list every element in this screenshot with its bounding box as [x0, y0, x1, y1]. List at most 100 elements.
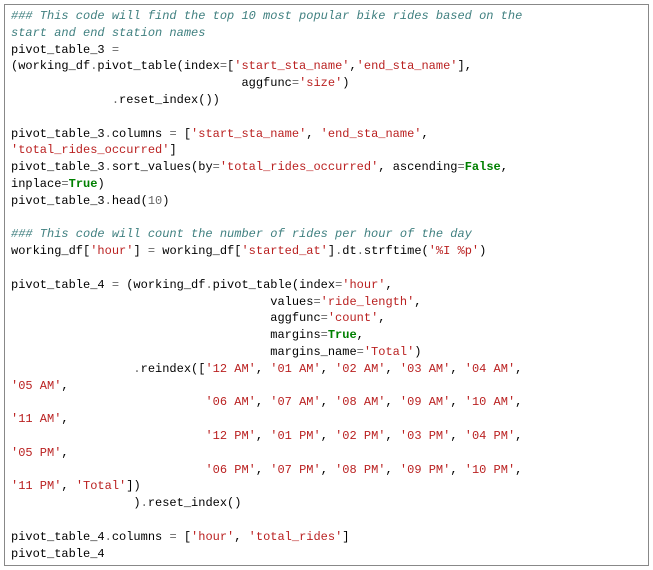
code-text: .: [133, 362, 140, 376]
code-text: ,: [386, 362, 400, 376]
code-text: =: [321, 328, 328, 342]
code-text: 10: [148, 194, 162, 208]
code-text: '08 AM': [335, 395, 385, 409]
code-text: '04 AM': [465, 362, 515, 376]
code-text: .: [105, 160, 112, 174]
code-block: ### This code will find the top 10 most …: [4, 4, 649, 566]
code-text: ]: [133, 244, 147, 258]
code-text: ,: [234, 530, 248, 544]
code-text: ,: [450, 362, 464, 376]
code-text: '03 AM': [400, 362, 450, 376]
code-text: .: [205, 278, 212, 292]
code-text: margins: [11, 328, 321, 342]
code-text: '12 PM': [205, 429, 255, 443]
comment-text: ### This code will find the top 10 most …: [11, 9, 522, 40]
code-text: '09 PM': [400, 463, 450, 477]
code-text: ,: [515, 362, 522, 376]
code-text: ,: [414, 295, 421, 309]
code-text: ,: [321, 463, 335, 477]
code-text: ]: [328, 244, 335, 258]
code-text: columns: [112, 127, 170, 141]
code-text: 'hour': [191, 530, 234, 544]
code-text: =: [357, 345, 364, 359]
code-text: ): [97, 177, 104, 191]
code-text: [: [177, 127, 191, 141]
code-text: ,: [321, 429, 335, 443]
code-text: ,: [501, 160, 508, 174]
code-text: ,: [61, 446, 68, 460]
code-text: ): [479, 244, 486, 258]
code-text: reset_index()): [119, 93, 220, 107]
code-text: =: [148, 244, 155, 258]
code-text: reset_index(): [148, 496, 242, 510]
code-text: ,: [515, 463, 522, 477]
code-text: ,: [256, 395, 270, 409]
code-text: pivot_table_3: [11, 43, 112, 57]
code-text: [11, 429, 205, 443]
code-text: pivot_table_4: [11, 547, 105, 561]
code-text: ,: [357, 328, 364, 342]
code-text: .: [141, 496, 148, 510]
code-text: '11 AM': [11, 412, 61, 426]
code-text: ,: [386, 395, 400, 409]
code-text: 'hour': [90, 244, 133, 258]
code-text: 'count': [328, 311, 378, 325]
code-text: aggfunc: [11, 76, 292, 90]
code-text: =: [292, 76, 299, 90]
code-text: ,: [61, 379, 68, 393]
code-text: (working_df: [119, 278, 205, 292]
code-text: values: [11, 295, 313, 309]
code-text: ,: [256, 362, 270, 376]
code-text: 'ride_length': [321, 295, 415, 309]
code-text: 'Total': [76, 479, 126, 493]
code-text: ,: [61, 412, 68, 426]
code-text: 'start_sta_name': [191, 127, 306, 141]
code-text: (working_df: [11, 59, 90, 73]
code-text: [11, 93, 112, 107]
code-text: ): [342, 76, 349, 90]
code-text: '10 AM': [465, 395, 515, 409]
code-text: .: [112, 93, 119, 107]
code-text: ,: [61, 479, 75, 493]
code-text: 'size': [299, 76, 342, 90]
code-text: ,: [321, 395, 335, 409]
code-text: =: [112, 278, 119, 292]
code-text: 'started_at': [241, 244, 327, 258]
code-text: ,: [256, 463, 270, 477]
code-text: pivot_table_3: [11, 194, 105, 208]
code-text: =: [169, 127, 176, 141]
code-text: ,: [450, 429, 464, 443]
code-text: 'start_sta_name': [234, 59, 349, 73]
code-text: .: [357, 244, 364, 258]
code-text: '10 PM': [465, 463, 515, 477]
code-text: .: [105, 194, 112, 208]
code-text: '07 PM': [270, 463, 320, 477]
code-text: '03 PM': [400, 429, 450, 443]
code-text: , ascending: [378, 160, 457, 174]
code-text: '06 AM': [205, 395, 255, 409]
code-text: ]: [342, 530, 349, 544]
code-text: reindex([: [141, 362, 206, 376]
code-text: 'total_rides': [249, 530, 343, 544]
code-text: '11 PM': [11, 479, 61, 493]
code-text: [11, 362, 133, 376]
code-text: '12 AM': [205, 362, 255, 376]
code-text: 'hour': [342, 278, 385, 292]
code-text: '07 AM': [270, 395, 320, 409]
code-text: '01 PM': [270, 429, 320, 443]
code-text: pivot_table(index: [213, 278, 335, 292]
code-text: =: [220, 59, 227, 73]
code-text: ,: [386, 463, 400, 477]
code-text: '01 AM': [270, 362, 320, 376]
code-text: ,: [450, 395, 464, 409]
code-text: '%I %p': [429, 244, 479, 258]
code-text: =: [213, 160, 220, 174]
code-text: ,: [306, 127, 320, 141]
code-text: ,: [386, 429, 400, 443]
code-text: [11, 463, 205, 477]
code-text: =: [61, 177, 68, 191]
code-text: ,: [256, 429, 270, 443]
code-text: ): [162, 194, 169, 208]
code-text: pivot_table_3: [11, 127, 105, 141]
code-text: ,: [515, 395, 522, 409]
